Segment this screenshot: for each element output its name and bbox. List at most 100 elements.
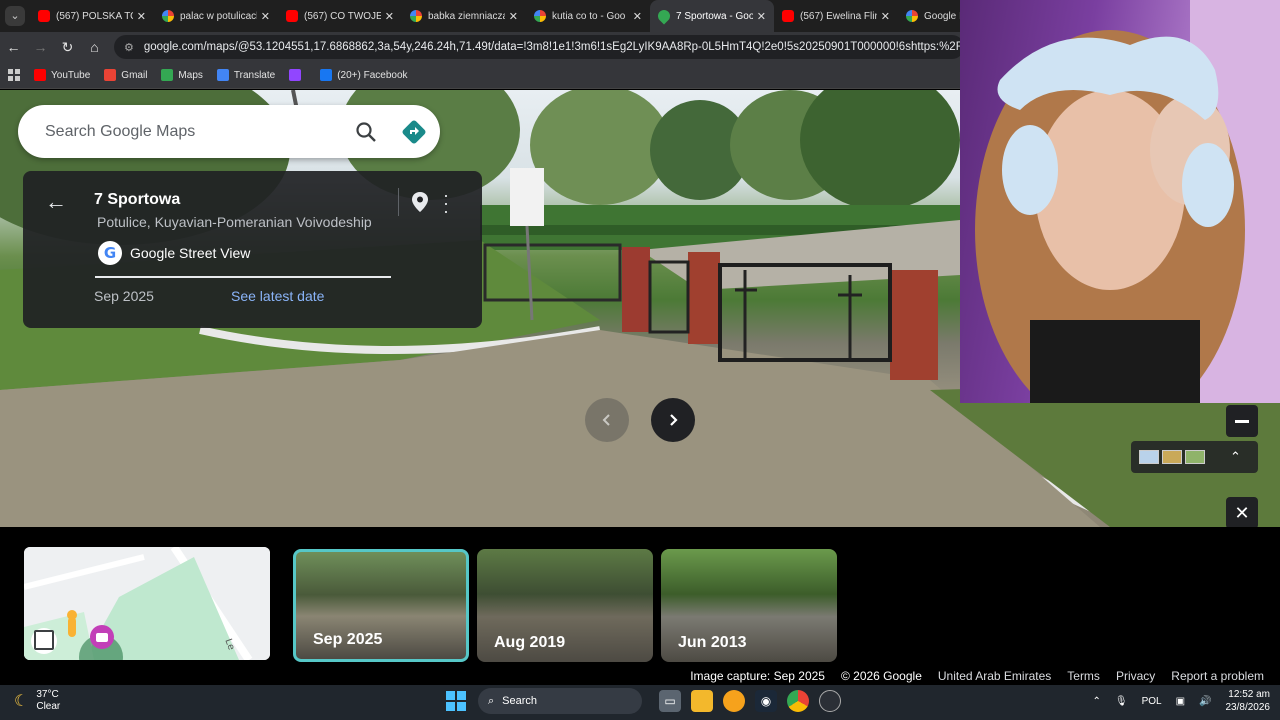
bookmark-label: Gmail [121, 69, 148, 81]
close-street-view-button[interactable]: ✕ [1226, 497, 1258, 529]
network-icon[interactable]: ▣ [1176, 696, 1185, 707]
close-tab-icon[interactable]: ✕ [633, 10, 642, 23]
close-tab-icon[interactable]: ✕ [261, 10, 270, 23]
bookmark-item[interactable]: (20+) Facebook [320, 69, 408, 81]
home-button[interactable]: ⌂ [81, 32, 108, 62]
timeline-thumbnail[interactable]: Aug 2019 [477, 549, 653, 662]
terrain-layer-icon[interactable] [1185, 450, 1205, 464]
more-options-icon[interactable]: · · · [441, 186, 451, 220]
place-title: 7 Sportowa [94, 191, 181, 208]
browser-tab[interactable]: (567) POLSKA TO ✕ [30, 0, 154, 32]
minimap[interactable]: Le [24, 547, 270, 660]
browser-tab[interactable]: kutia co to - Goo ✕ [526, 0, 650, 32]
browser-tab[interactable]: (567) Ewelina Flin ✕ [774, 0, 898, 32]
close-tab-icon[interactable]: ✕ [881, 10, 890, 23]
task-view-icon[interactable]: ▭ [659, 690, 681, 712]
google-icon [906, 10, 918, 22]
bookmark-label: (20+) Facebook [337, 69, 408, 81]
reload-button[interactable]: ↻ [54, 32, 81, 62]
previous-image-button[interactable] [585, 398, 629, 442]
see-latest-date-link[interactable]: See latest date [231, 288, 324, 304]
maps-search-box[interactable]: Search Google Maps [18, 105, 440, 158]
volume-icon[interactable]: 🔊 [1199, 696, 1211, 707]
layers-control[interactable]: ⌃ [1131, 441, 1258, 473]
language-indicator[interactable]: POL [1142, 696, 1162, 707]
close-tab-icon[interactable]: ✕ [509, 10, 518, 23]
place-subtitle: Potulice, Kuyavian-Pomeranian Voivodeshi… [97, 214, 372, 230]
browser-app-icon[interactable] [723, 690, 745, 712]
back-button[interactable]: ← [0, 32, 27, 62]
chevron-up-icon[interactable]: ⌃ [1092, 696, 1100, 707]
tab-title: (567) POLSKA TO [56, 10, 133, 22]
timeline-thumbnail[interactable]: Jun 2013 [661, 549, 837, 662]
map-layer-icon[interactable] [1139, 450, 1159, 464]
close-tab-icon[interactable]: ✕ [385, 10, 394, 23]
zoom-out-button[interactable] [1226, 405, 1258, 437]
directions-icon[interactable] [388, 110, 440, 154]
browser-tab[interactable]: (567) CO TWOJE ✕ [278, 0, 402, 32]
divider [95, 276, 391, 278]
maps-icon [161, 69, 174, 81]
maps-icon [655, 7, 673, 25]
privacy-link[interactable]: Privacy [1116, 669, 1155, 683]
timeline-date-label: Sep 2025 [313, 631, 383, 648]
location-pin-icon[interactable] [411, 191, 429, 218]
browser-tab[interactable]: babka ziemniaczana ✕ [402, 0, 526, 32]
weather-widget[interactable]: ☾ 37°C Clear [14, 689, 60, 713]
copyright-text: © 2026 Google [840, 669, 922, 683]
tab-title: (567) CO TWOJE [304, 10, 381, 22]
bookmark-item[interactable]: Maps [161, 69, 203, 81]
taskbar-search-label: Search [502, 695, 538, 707]
youtube-icon [782, 10, 794, 22]
search-icon[interactable] [344, 110, 388, 154]
google-icon [534, 10, 546, 22]
obs-icon[interactable] [819, 690, 841, 712]
next-image-button[interactable] [651, 398, 695, 442]
report-problem-link[interactable]: Report a problem [1171, 669, 1264, 683]
weather-desc: Clear [36, 701, 61, 712]
terms-link[interactable]: Terms [1067, 669, 1100, 683]
forward-button[interactable]: → [27, 32, 54, 62]
file-explorer-icon[interactable] [691, 690, 713, 712]
bookmark-item[interactable]: Translate [216, 69, 275, 81]
timeline-date-label: Jun 2013 [678, 634, 747, 651]
youtube-icon [34, 69, 46, 81]
bookmark-item[interactable]: YouTube [34, 69, 90, 81]
taskbar-search-box[interactable]: ⌕ Search [478, 688, 642, 714]
place-info-card: ← 7 Sportowa Potulice, Kuyavian-Pomerani… [23, 171, 482, 328]
apps-grid-icon[interactable] [8, 69, 20, 81]
site-info-icon[interactable]: ⚙ [124, 41, 134, 54]
bookmark-item[interactable]: Gmail [104, 69, 147, 81]
address-bar[interactable]: ⚙ google.com/maps/@53.1204551,17.6868862… [114, 35, 964, 59]
tab-title: kutia co to - Goo [552, 10, 626, 22]
arrow-left-icon: ← [6, 39, 21, 55]
bookmark-item[interactable] [289, 69, 306, 81]
translate-icon [216, 69, 229, 81]
satellite-layer-icon[interactable] [1162, 450, 1182, 464]
browser-tab[interactable]: palac w potulicach ✕ [154, 0, 278, 32]
twitch-icon [289, 69, 302, 81]
steam-icon[interactable]: ◉ [755, 690, 777, 712]
search-input[interactable]: Search Google Maps [45, 123, 344, 141]
close-tab-icon[interactable]: ✕ [137, 10, 146, 23]
search-icon: ⌕ [488, 694, 495, 707]
youtube-icon [286, 10, 298, 22]
tab-title: (567) Ewelina Flin [800, 10, 877, 22]
fullscreen-icon[interactable] [34, 630, 54, 650]
windows-start-icon[interactable] [446, 691, 466, 711]
clock[interactable]: 12:52 am 23/8/2026 [1226, 688, 1271, 714]
facebook-icon [320, 69, 333, 81]
browser-tab[interactable]: 7 Sportowa - Goo ✕ [650, 0, 774, 32]
close-tab-icon[interactable]: ✕ [757, 10, 766, 23]
back-arrow-icon[interactable]: ← [45, 189, 67, 215]
region-link[interactable]: United Arab Emirates [938, 669, 1051, 683]
timeline-thumbnail[interactable]: Sep 2025 [293, 549, 469, 662]
expand-up-icon[interactable]: ⌃ [1230, 449, 1241, 465]
tab-title: 7 Sportowa - Goo [676, 10, 753, 22]
url-text: google.com/maps/@53.1204551,17.6868862,3… [143, 41, 964, 53]
taskbar-apps: ⌕ Search ▭ ◉ [446, 688, 846, 714]
microphone-icon[interactable]: 🎙 [1115, 696, 1128, 707]
tab-search-button[interactable]: ⌄ [0, 0, 30, 32]
chrome-icon[interactable] [787, 690, 809, 712]
arrow-right-icon: → [33, 39, 48, 55]
